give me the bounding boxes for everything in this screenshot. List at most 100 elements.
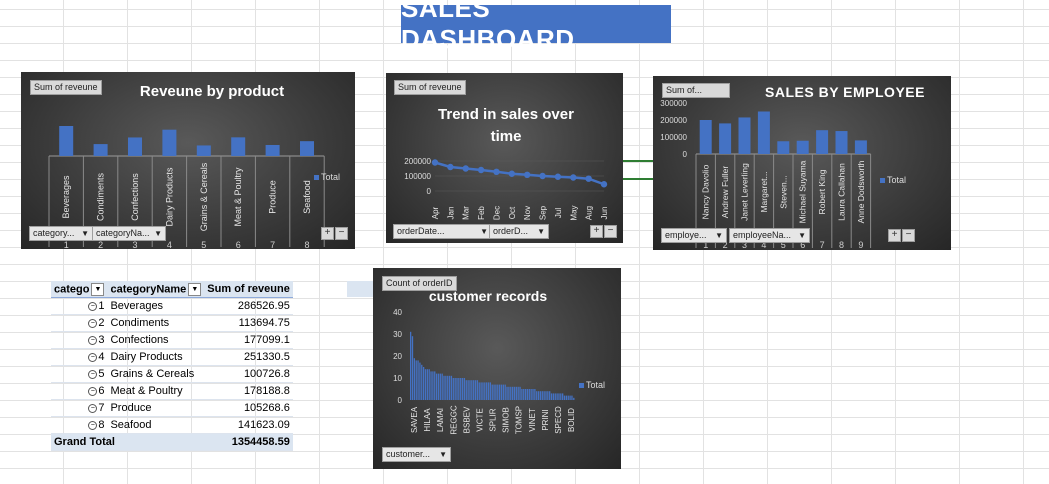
collapse-icon[interactable]: − — [88, 352, 98, 362]
customer-id-dropdown[interactable]: customer... ▼ — [382, 447, 451, 462]
revenue-category-name-dropdown[interactable]: categoryNa... ▼ — [92, 226, 166, 241]
tick-label: Michael Suyama — [798, 160, 808, 223]
employee-name-dropdown[interactable]: employeeNa... ▼ — [729, 228, 810, 243]
bar — [573, 397, 575, 400]
bar — [562, 393, 564, 400]
y-tick-label: 10 — [393, 374, 402, 383]
pivot-row[interactable]: −4 Dairy Products 251330.5 — [51, 348, 293, 366]
employee-collapse-button[interactable]: − — [902, 229, 915, 242]
x-tick-label: TOMSP — [515, 406, 524, 434]
trend-expand-button[interactable]: + — [590, 225, 603, 238]
data-point — [462, 165, 469, 172]
collapse-icon[interactable]: − — [88, 403, 98, 413]
revenue-category-id-dropdown[interactable]: category... ▼ — [29, 226, 93, 241]
employee-chart-title: SALES BY EMPLOYEE — [765, 84, 925, 100]
collapse-icon[interactable]: − — [88, 386, 98, 396]
pivot-category-id-value: 1 — [98, 300, 105, 312]
revenue-collapse-button[interactable]: − — [335, 227, 348, 240]
x-tick-label: Jan — [446, 207, 455, 220]
bar — [552, 393, 555, 400]
bar — [537, 391, 540, 400]
bar — [519, 386, 521, 400]
trend-order-date-2-dropdown[interactable]: orderD... ▼ — [489, 224, 549, 239]
data-point — [431, 159, 439, 166]
x-tick-label: BOLID — [567, 408, 576, 432]
employee-id-dropdown[interactable]: employe... ▼ — [661, 228, 727, 243]
pivot-header-category-name[interactable]: categoryName ▼ — [107, 281, 205, 298]
y-tick-label: 300000 — [660, 99, 687, 108]
sort-filter-icon[interactable]: ▼ — [188, 282, 202, 296]
bar — [428, 369, 430, 400]
x-tick-label: May — [569, 205, 578, 220]
collapse-icon[interactable]: − — [88, 318, 98, 328]
shape-connector-line — [623, 178, 653, 180]
pivot-category-id[interactable]: −4 — [51, 348, 108, 366]
revenue-expand-button[interactable]: + — [321, 227, 334, 240]
category-id-label: 3 — [132, 240, 137, 249]
filter-dropdown-icon[interactable]: ▼ — [91, 282, 105, 296]
bar — [478, 382, 480, 400]
pivot-category-id[interactable]: −1 — [51, 297, 108, 315]
x-tick-label: SPECD — [554, 406, 563, 434]
series-line — [434, 161, 605, 186]
pivot-row[interactable]: −6 Meat & Poultry 178188.8 — [51, 382, 293, 400]
tick-label: Beverages — [61, 175, 71, 219]
pivot-header-category-id[interactable]: catego ▼ — [51, 281, 108, 298]
bar — [421, 364, 423, 400]
trend-collapse-button[interactable]: − — [604, 225, 617, 238]
x-tick-label: Nov — [523, 206, 532, 220]
bar — [486, 382, 488, 400]
collapse-icon[interactable]: − — [88, 420, 98, 430]
pivot-category-id[interactable]: −6 — [51, 382, 108, 400]
employee-value-field-button[interactable]: Sum of... — [662, 83, 730, 98]
bar — [543, 391, 545, 400]
x-tick-label: PRINI — [541, 409, 550, 430]
pivot-header-label: categoryName — [110, 282, 187, 295]
collapse-icon[interactable]: − — [88, 301, 98, 311]
pivot-category-id[interactable]: −5 — [51, 365, 108, 383]
pivot-row[interactable]: −7 Produce 105268.6 — [51, 399, 293, 417]
collapse-icon[interactable]: − — [88, 369, 98, 379]
tick-label: Seafood — [302, 180, 312, 214]
y-tick-label: 0 — [427, 187, 432, 196]
pivot-category-id[interactable]: −2 — [51, 314, 108, 332]
pivot-row[interactable]: −8 Seafood 141623.09 — [51, 416, 293, 434]
employee-expand-button[interactable]: + — [888, 229, 901, 242]
collapse-icon[interactable]: − — [88, 335, 98, 345]
tick-label: Confections — [130, 173, 140, 221]
dropdown-label: customer... — [386, 449, 431, 459]
y-tick-label: 200000 — [404, 157, 431, 166]
y-tick-label: 100000 — [404, 172, 431, 181]
bar — [471, 380, 473, 400]
y-tick-label: 30 — [393, 330, 402, 339]
revenue-value-field-button[interactable]: Sum of reveune — [30, 80, 102, 95]
bar — [854, 140, 867, 154]
employee-chart-panel[interactable]: 0 100000 200000 300000 Nancy Davolio 1 Andrew … — [653, 76, 951, 250]
bar — [738, 117, 751, 154]
tick-label: Meat & Poultry — [233, 167, 243, 227]
bar — [506, 386, 508, 400]
pivot-category-id[interactable]: −7 — [51, 399, 108, 417]
revenue-chart-panel[interactable]: Beverages 1 Condiments 2 Confections 3 Dairy P… — [21, 72, 355, 249]
bar — [498, 384, 501, 400]
pivot-row[interactable]: −3 Confections 177099.1 — [51, 331, 293, 349]
bar — [541, 391, 543, 400]
employee-legend-label: Total — [887, 175, 907, 185]
bar — [504, 384, 506, 400]
bar — [699, 120, 712, 154]
pivot-row[interactable]: −1 Beverages 286526.95 — [51, 297, 293, 315]
trend-value-field-button[interactable]: Sum of reveune — [394, 80, 466, 95]
x-tick-label: SIMOB — [502, 407, 511, 433]
bar — [432, 371, 434, 400]
trend-chart-panel[interactable]: 0 100000 200000 Apr Jan Mar Feb Dec Oct Nov Sep Jul… — [386, 73, 623, 243]
trend-order-date-dropdown[interactable]: orderDate... ▼ — [393, 224, 492, 239]
bar — [558, 393, 560, 400]
chevron-down-icon: ▼ — [439, 450, 447, 459]
pivot-row[interactable]: −5 Grains & Cereals 100726.8 — [51, 365, 293, 383]
pivot-category-id[interactable]: −3 — [51, 331, 108, 349]
data-point — [585, 175, 592, 182]
pivot-row[interactable]: −2 Condiments 113694.75 — [51, 314, 293, 332]
pivot-category-id[interactable]: −8 — [51, 416, 108, 434]
dropdown-label: category... — [33, 228, 75, 238]
customer-chart-panel[interactable]: 0 10 20 30 40 SAVEA HILAA LAMAI REGGC BSBEV VICTE S… — [373, 268, 621, 469]
